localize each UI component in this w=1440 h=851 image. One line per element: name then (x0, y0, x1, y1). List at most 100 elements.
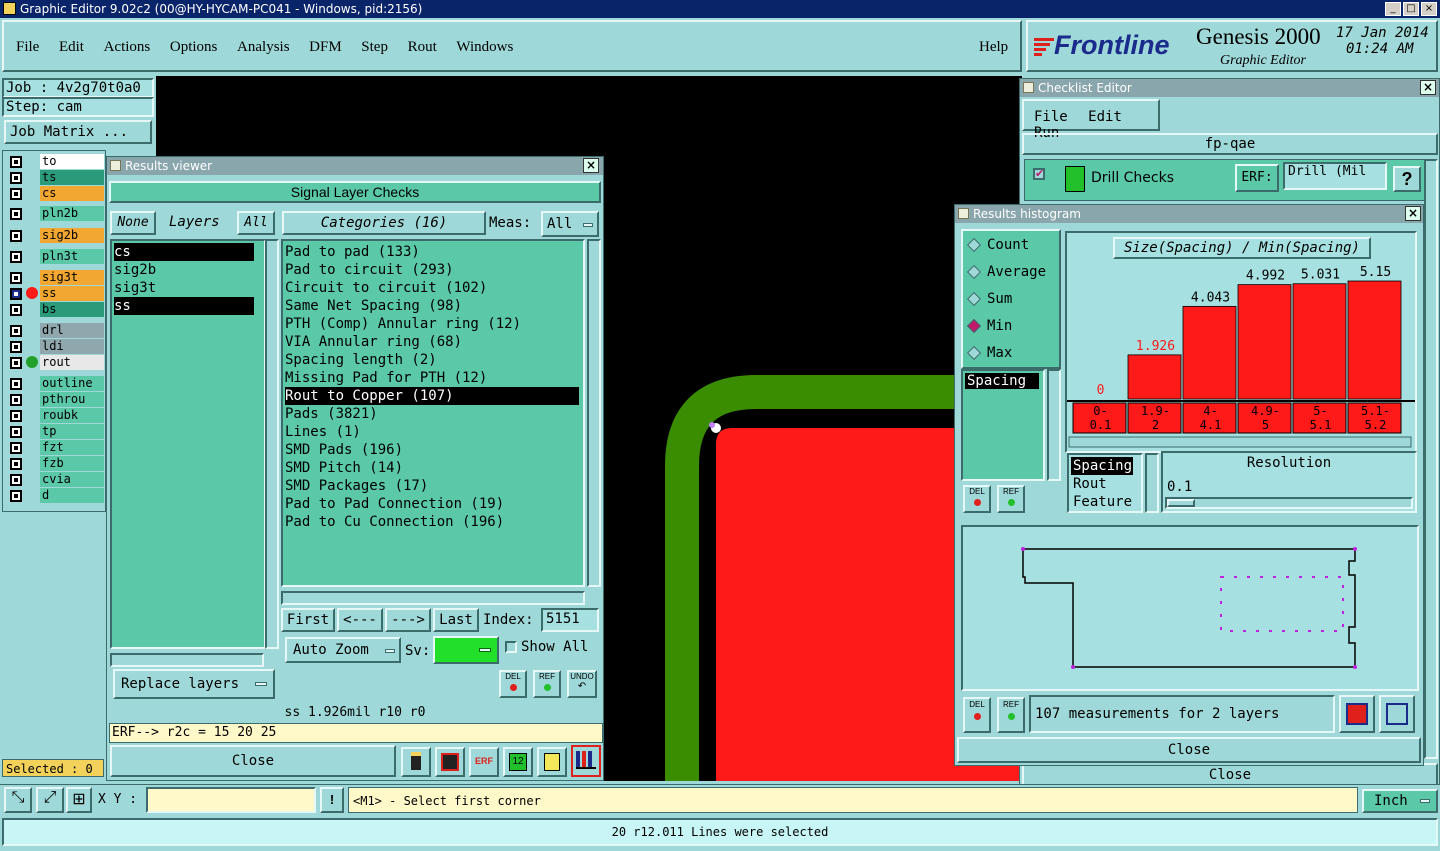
layer-checkbox[interactable] (10, 357, 22, 369)
layer-name[interactable]: fzt (40, 440, 104, 455)
measure-tool-button[interactable] (401, 747, 431, 777)
job-matrix-button[interactable]: Job Matrix ... (4, 120, 152, 144)
layer-name[interactable]: roubk (40, 408, 104, 423)
results-viewer-close-icon[interactable]: × (583, 158, 599, 173)
layer-name[interactable]: cvia (40, 472, 104, 487)
layer-checkbox[interactable] (10, 172, 22, 184)
histogram-hscrollbar[interactable] (1068, 436, 1412, 448)
layer-name[interactable]: pthrou (40, 392, 104, 407)
layer-row-d[interactable]: d (6, 488, 104, 503)
result-layer-item[interactable]: ss (114, 297, 254, 315)
menu-edit[interactable]: Edit (59, 39, 84, 55)
checklist-menu-file[interactable]: File (1034, 109, 1068, 125)
categories-listbox[interactable]: Pad to pad (133) Pad to circuit (293) Circ… (281, 239, 585, 587)
menu-windows[interactable]: Windows (456, 39, 513, 55)
units-select[interactable]: Inch (1362, 789, 1438, 813)
categories-button[interactable]: Categories (16) (282, 211, 486, 235)
check-checkbox-icon[interactable]: ✔ (1033, 168, 1045, 180)
layer-checkbox[interactable] (10, 230, 22, 242)
window-close-button[interactable]: × (1421, 2, 1437, 16)
preview-del-button[interactable]: DEL (963, 697, 991, 733)
layer-row-cvia[interactable]: cvia (6, 472, 104, 487)
result-layer-item[interactable]: cs (114, 243, 254, 261)
spacing-listbox[interactable]: Spacing (961, 369, 1045, 481)
layers-hscrollbar[interactable] (110, 653, 264, 667)
layers-listbox[interactable]: cs sig2b sig3t ss (110, 239, 266, 649)
layer-checkbox[interactable] (10, 490, 22, 502)
category-item[interactable]: Rout to Copper (107) (285, 387, 579, 405)
histogram-tool-button[interactable] (571, 745, 601, 777)
layer-row-fzb[interactable]: fzb (6, 456, 104, 471)
menu-file[interactable]: File (16, 39, 39, 55)
window-minimize-button[interactable]: _ (1385, 2, 1401, 16)
zoom-fit-button[interactable]: ⤡ (4, 787, 32, 813)
layer-row-pln2b[interactable]: pln2b (6, 206, 104, 221)
histogram-close-button[interactable]: Close (957, 737, 1421, 763)
del-button[interactable]: DEL (499, 670, 527, 698)
layer-name[interactable]: drl (40, 323, 104, 338)
category-item[interactable]: SMD Pads (196) (285, 441, 583, 459)
layer-row-fzt[interactable]: fzt (6, 440, 104, 455)
layer-row-sig3t[interactable]: sig3t (6, 270, 104, 285)
layer-name[interactable]: bs (40, 302, 104, 317)
layer-name[interactable]: pln2b (40, 206, 104, 221)
layer-row-ss[interactable]: ss (6, 286, 104, 301)
layer-checkbox[interactable] (10, 458, 22, 470)
first-button[interactable]: First (281, 608, 335, 632)
index-input[interactable]: 5151 (541, 608, 599, 632)
layer-checkbox[interactable] (10, 410, 22, 422)
layer-checkbox[interactable] (10, 442, 22, 454)
undo-button[interactable]: UNDO ↶ (567, 670, 597, 698)
replace-layers-button[interactable]: Replace layers (113, 669, 275, 699)
layer-checkbox[interactable] (10, 156, 22, 168)
spacing-list-item[interactable]: Spacing (965, 373, 1039, 389)
grid-button[interactable]: ⊞ (66, 787, 92, 813)
layer-row-rout[interactable]: rout (6, 355, 104, 370)
category-item[interactable]: Pads (3821) (285, 405, 583, 423)
ref-button[interactable]: REF (533, 670, 561, 698)
layer-name[interactable]: fzb (40, 456, 104, 471)
histogram-bar[interactable] (1292, 283, 1347, 400)
layers-vscrollbar[interactable] (265, 239, 279, 649)
xy-input[interactable] (146, 787, 316, 813)
checklist-menu-edit[interactable]: Edit (1088, 109, 1122, 125)
layer-row-pln3t[interactable]: pln3t (6, 249, 104, 264)
layer-name[interactable]: pln3t (40, 249, 104, 264)
layer-row-drl[interactable]: drl (6, 323, 104, 338)
layer-row-roubk[interactable]: roubk (6, 408, 104, 423)
layer-row-tp[interactable]: tp (6, 424, 104, 439)
zoom-to-board-button[interactable] (1379, 695, 1415, 733)
show-all-checkbox[interactable] (505, 641, 517, 653)
auto-zoom-select[interactable]: Auto Zoom (285, 637, 401, 663)
resolution-slider-thumb[interactable] (1167, 499, 1195, 507)
layer-checkbox[interactable] (10, 272, 22, 284)
layer-checkbox[interactable] (10, 341, 22, 353)
category-item[interactable]: SMD Packages (17) (285, 477, 583, 495)
layer-row-outline[interactable]: outline (6, 376, 104, 391)
results-viewer-close-button[interactable]: Close (110, 745, 396, 777)
category-item[interactable]: Same Net Spacing (98) (285, 297, 583, 315)
layer-row-ts[interactable]: ts (6, 170, 104, 185)
type-item-spacing[interactable]: Spacing (1071, 457, 1133, 475)
type-vscrollbar[interactable] (1145, 453, 1159, 513)
category-item[interactable]: Spacing length (2) (285, 351, 583, 369)
type-listbox[interactable]: Spacing Rout Feature (1067, 453, 1143, 513)
alert-button[interactable]: ! (320, 787, 344, 813)
histogram-close-icon[interactable]: × (1405, 206, 1421, 221)
window-maximize-button[interactable]: □ (1403, 2, 1419, 16)
step-tool-button[interactable]: 12 (503, 747, 533, 777)
menu-analysis[interactable]: Analysis (237, 39, 290, 55)
prev-button[interactable]: <--- (337, 608, 383, 632)
result-layer-item[interactable]: sig3t (114, 279, 264, 297)
resolution-slider[interactable] (1165, 497, 1413, 509)
histogram-bar[interactable] (1237, 284, 1292, 400)
layer-checkbox[interactable] (10, 474, 22, 486)
category-item[interactable]: Circuit to circuit (102) (285, 279, 583, 297)
checklist-close-icon[interactable]: × (1420, 80, 1436, 95)
layer-row-ldi[interactable]: ldi (6, 339, 104, 354)
layers-all-button[interactable]: All (237, 211, 275, 235)
layer-row-pthrou[interactable]: pthrou (6, 392, 104, 407)
erf-off-button[interactable]: ERF (469, 747, 499, 777)
histogram-bar[interactable] (1182, 305, 1237, 400)
type-item-feature[interactable]: Feature (1071, 493, 1139, 511)
